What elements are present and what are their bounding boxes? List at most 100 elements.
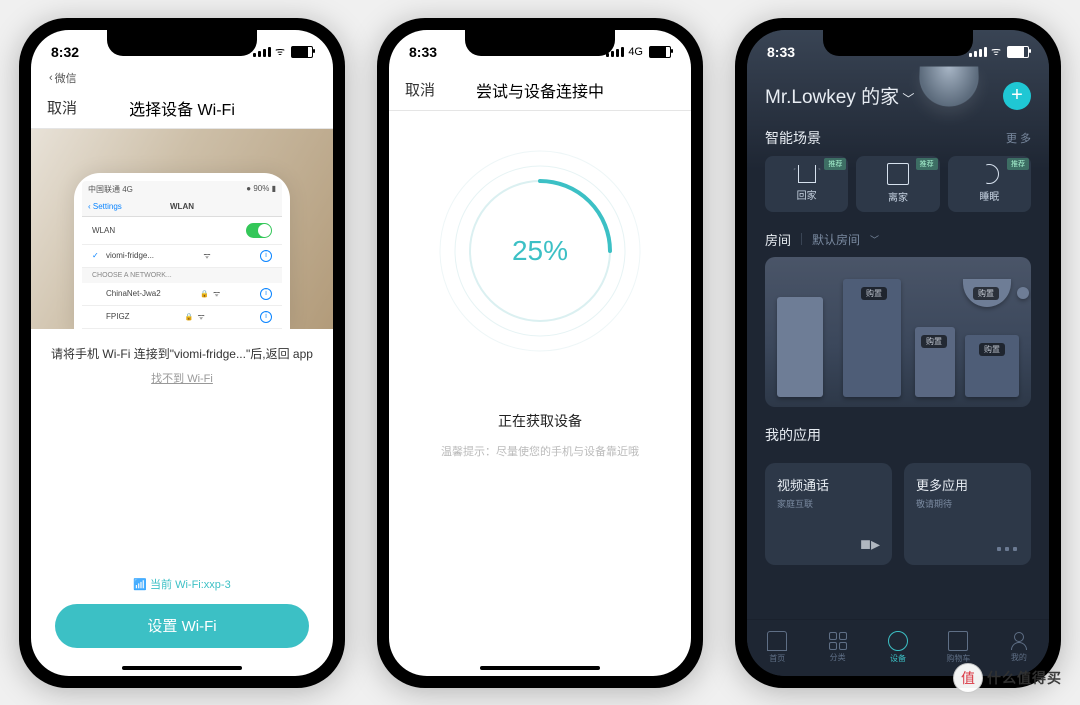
status-right: 4G — [606, 46, 671, 58]
user-icon — [1010, 632, 1028, 650]
bottom-area: 当前 Wi-Fi:xxp-3 设置 Wi-Fi — [31, 576, 333, 676]
info-icon: i — [260, 311, 272, 323]
tab-devices[interactable]: 设备 — [868, 620, 928, 676]
status-right: ᯤ — [253, 44, 313, 59]
cancel-button[interactable]: 取消 — [47, 97, 77, 118]
phone-frame-2: 8:33 4G 取消 尝试与设备连接中 25% 正在获取设备 温 — [377, 18, 703, 688]
wifi-icon: ᯤ — [213, 288, 220, 299]
watermark: 值 什么值得买 — [953, 663, 1062, 693]
buy-tag[interactable]: 购置 — [861, 287, 887, 300]
app-subtitle: 敬请期待 — [916, 497, 1019, 510]
notch — [465, 30, 615, 56]
app-card-more[interactable]: 更多应用 敬请期待 — [904, 463, 1031, 565]
inner-phone-mock: 中国联通 4G ● 90% ▮ ‹ Settings WLAN WLAN ✓ v… — [74, 173, 290, 329]
scene-card-away[interactable]: 推荐 离家 — [856, 156, 939, 212]
app-subtitle: 家庭互联 — [777, 497, 880, 510]
room-illustration[interactable]: 购置 购置 购置 购置 — [765, 257, 1031, 407]
signal-icon — [253, 47, 271, 57]
app-title: 视频通话 — [777, 475, 880, 494]
notch — [107, 30, 257, 56]
grid-icon — [829, 632, 847, 650]
hint-text: 温馨提示：尽量使您的手机与设备靠近哦 — [441, 443, 639, 459]
not-found-link[interactable]: 找不到 Wi-Fi — [31, 370, 333, 386]
battery-icon — [291, 46, 313, 58]
recommend-tag: 推荐 — [916, 158, 938, 170]
phone-frame-3: 8:33 ᯤ Mr.Lowkey 的家 + 智能场景 更 多 推荐 回家 推荐 — [735, 18, 1061, 688]
recommend-tag: 推荐 — [1007, 158, 1029, 170]
scene-section-header: 智能场景 更 多 — [747, 116, 1049, 156]
setup-wifi-button[interactable]: 设置 Wi-Fi — [55, 604, 309, 648]
wlan-toggle-row: WLAN — [82, 217, 282, 245]
connected-network-row: ✓ viomi-fridge... ᯤ i — [82, 245, 282, 268]
scene-title: 智能场景 — [765, 128, 821, 148]
home-name-dropdown[interactable]: Mr.Lowkey 的家 — [765, 82, 914, 109]
wifi-icon: ᯤ — [275, 44, 285, 59]
video-icon: ■▸ — [860, 534, 880, 555]
wifi-icon: ᯤ — [203, 250, 210, 261]
nav-bar: 取消 尝试与设备连接中 — [389, 70, 691, 111]
divider — [801, 233, 802, 245]
watermark-text: 什么值得买 — [987, 668, 1062, 688]
chevron-left-icon: ‹ — [49, 72, 53, 84]
scene-row[interactable]: 推荐 回家 推荐 离家 推荐 睡眠 — [747, 156, 1049, 212]
room-default: 默认房间 — [812, 231, 860, 248]
apps-title: 我的应用 — [765, 425, 821, 445]
more-link[interactable]: 更 多 — [1006, 130, 1031, 146]
notch — [823, 30, 973, 56]
home-indicator[interactable] — [480, 666, 600, 670]
inner-back: ‹ Settings — [88, 202, 122, 211]
hero-illustration: 中国联通 4G ● 90% ▮ ‹ Settings WLAN WLAN ✓ v… — [31, 129, 333, 329]
network-row: ChinaNet-Jwa2 🔒 ᯤ i — [82, 283, 282, 306]
recommend-tag: 推荐 — [824, 158, 846, 170]
door-icon — [887, 163, 909, 185]
battery-icon — [649, 46, 671, 58]
progress-section: 25% 正在获取设备 温馨提示：尽量使您的手机与设备靠近哦 — [389, 111, 691, 676]
current-wifi-label: 当前 Wi-Fi:xxp-3 — [31, 576, 333, 592]
moon-icon — [979, 164, 999, 184]
status-time: 8:32 — [51, 44, 79, 60]
home-indicator[interactable] — [122, 666, 242, 670]
scene-card-home[interactable]: 推荐 回家 — [765, 156, 848, 212]
cart-icon — [948, 631, 968, 651]
buy-tag[interactable]: 购置 — [973, 287, 999, 300]
status-time: 8:33 — [409, 44, 437, 60]
phone-frame-1: 8:32 ᯤ ‹ 微信 取消 选择设备 Wi-Fi 中国联通 4G ● 90% … — [19, 18, 345, 688]
add-button[interactable]: + — [1003, 82, 1031, 110]
device-icon — [884, 627, 912, 655]
nav-title: 选择设备 Wi-Fi — [129, 96, 235, 120]
connecting-status: 正在获取设备 — [498, 411, 582, 431]
wifi-icon: ᯤ — [197, 311, 204, 322]
inner-status-bar: 中国联通 4G ● 90% ▮ — [82, 181, 282, 198]
nav-title: 尝试与设备连接中 — [476, 78, 604, 102]
info-icon: i — [260, 250, 272, 262]
app-card-video[interactable]: 视频通话 家庭互联 ■▸ — [765, 463, 892, 565]
buy-tag[interactable]: 购置 — [921, 335, 947, 348]
nav-bar: 取消 选择设备 Wi-Fi — [31, 88, 333, 129]
buy-tag[interactable]: 购置 — [979, 343, 1005, 356]
home-header: Mr.Lowkey 的家 + — [747, 70, 1049, 116]
tab-category[interactable]: 分类 — [807, 620, 867, 676]
status-time: 8:33 — [767, 44, 795, 60]
status-right: ᯤ — [969, 44, 1029, 59]
app-title: 更多应用 — [916, 475, 1019, 494]
network-type: 4G — [628, 46, 643, 58]
instruction-text: 请将手机 Wi-Fi 连接到"viomi-fridge..."后,返回 app — [31, 329, 333, 370]
screen-1: 8:32 ᯤ ‹ 微信 取消 选择设备 Wi-Fi 中国联通 4G ● 90% … — [31, 30, 333, 676]
info-icon: i — [260, 288, 272, 300]
toggle-icon — [246, 223, 272, 238]
scene-label: 睡眠 — [979, 188, 999, 203]
tab-home[interactable]: 首页 — [747, 620, 807, 676]
progress-ring: 25% — [430, 141, 650, 361]
back-crumb[interactable]: ‹ 微信 — [31, 70, 333, 88]
scene-label: 离家 — [888, 189, 908, 204]
screen-2: 8:33 4G 取消 尝试与设备连接中 25% 正在获取设备 温 — [389, 30, 691, 676]
apps-row: 视频通话 家庭互联 ■▸ 更多应用 敬请期待 — [747, 453, 1049, 575]
home-icon — [798, 165, 816, 183]
inner-nav: ‹ Settings WLAN — [82, 198, 282, 217]
room-header[interactable]: 房间 默认房间 — [747, 212, 1049, 257]
cancel-button[interactable]: 取消 — [405, 79, 435, 100]
scene-card-sleep[interactable]: 推荐 睡眠 — [948, 156, 1031, 212]
choose-header: CHOOSE A NETWORK... — [82, 268, 282, 283]
network-row: FPIGZ 🔒 ᯤ i — [82, 306, 282, 329]
check-icon: ✓ — [92, 251, 102, 260]
